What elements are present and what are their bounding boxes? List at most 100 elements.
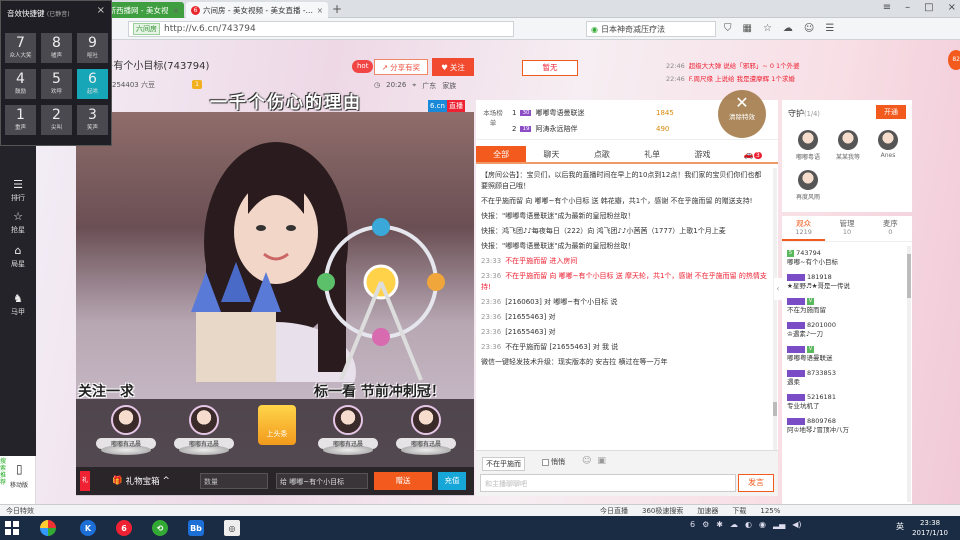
tab-more[interactable]: 🚗 3 <box>728 146 778 162</box>
list-item[interactable]: 8201000 ♔遇素♪一刀 <box>782 318 906 342</box>
close-icon[interactable]: × <box>97 5 105 16</box>
today-effects[interactable]: 今日特效 <box>6 506 34 516</box>
list-item[interactable]: V 嘟嘟粤语曼联迷 <box>782 342 906 366</box>
status-item[interactable]: 加速器 <box>697 506 718 516</box>
follow-button[interactable]: ♥ 关注 <box>432 58 474 76</box>
sidebar-item-star[interactable]: ☆ 抢星 <box>0 210 36 235</box>
tray-icon[interactable]: ☁ <box>730 520 738 529</box>
taskbar-app[interactable]: ◎ <box>218 518 246 538</box>
scroll-thumb[interactable] <box>907 254 911 298</box>
private-checkbox[interactable]: 悄悄 <box>542 457 565 467</box>
family[interactable]: 家族 <box>442 81 456 91</box>
voice-key[interactable]: 4 鼓励 <box>5 69 36 99</box>
mic-avatar[interactable]: 嘟嘟有迅晨 <box>96 405 156 455</box>
edge-badge-icon[interactable]: 82 <box>948 50 960 70</box>
tab-all[interactable]: 全部 <box>476 146 527 162</box>
list-item[interactable]: 5216181 专业坑机了 <box>782 390 906 414</box>
audience-scrollbar[interactable] <box>907 246 911 502</box>
new-tab-icon[interactable]: + <box>332 2 342 16</box>
mobile-version-button[interactable]: 搜索推荐 ▯ 移动版 <box>0 456 36 504</box>
gift-box-button[interactable]: 🎁 礼物宝箱 ^ <box>112 475 170 487</box>
voice-key[interactable]: 1 重声 <box>5 105 36 135</box>
maximize-icon[interactable]: □ <box>924 2 933 13</box>
network-icon[interactable]: ▂▄ <box>773 520 785 529</box>
guard-member[interactable]: 嘟嘟粤语 <box>788 130 828 161</box>
taskbar-app[interactable] <box>34 518 62 538</box>
tab-gifts[interactable]: 礼单 <box>627 146 677 162</box>
list-item[interactable]: 8809768 阿♔地琴♪冒顶冲八万 <box>782 414 906 438</box>
windows-start-icon[interactable] <box>5 521 19 535</box>
guard-member[interactable]: Anes <box>868 130 908 159</box>
menu-icon[interactable]: ☰ <box>825 23 834 34</box>
tab-song[interactable]: 点歌 <box>577 146 627 162</box>
headline-button[interactable]: 上头条 <box>258 405 296 445</box>
search-input[interactable]: ◉ 日本神奇减压疗法 <box>586 21 716 37</box>
list-item[interactable]: 5 743794 嘟嘟~有个小目标 <box>782 246 906 270</box>
taskbar-app[interactable]: ⟲ <box>146 518 174 538</box>
chat-input[interactable]: 和主播聊聊吧 <box>480 474 736 492</box>
tray-icon[interactable]: ◉ <box>759 520 766 529</box>
scroll-thumb[interactable] <box>773 402 777 416</box>
zoom-level[interactable]: 125% <box>760 507 780 515</box>
shield-icon[interactable]: ⛉ <box>724 23 732 34</box>
share-button[interactable]: ↗ 分享有奖 <box>374 59 428 75</box>
taskbar-app[interactable]: 6 <box>110 518 138 538</box>
voice-key[interactable]: 6 起哄 <box>77 69 108 99</box>
recipient-select[interactable]: 不在乎施而 <box>482 457 525 471</box>
tab-chat[interactable]: 聊天 <box>526 146 576 162</box>
tray-icon[interactable]: ⚙ <box>702 520 709 529</box>
list-item[interactable]: V 不在为施而留 <box>782 294 906 318</box>
cloud-icon[interactable]: ☁ <box>783 23 793 34</box>
smiley-icon[interactable]: ☺ <box>582 456 591 466</box>
guard-member[interactable]: 某某我等 <box>828 130 868 161</box>
quantity-input[interactable]: 数量 <box>200 473 268 489</box>
tray-icon[interactable]: 6 <box>690 520 695 529</box>
tray-icon[interactable]: ◐ <box>745 520 752 529</box>
sidebar-item-vest[interactable]: ♞ 马甲 <box>0 292 36 317</box>
open-guard-button[interactable]: 开通 <box>876 105 906 119</box>
mic-avatar[interactable]: 嘟嘟有迅晨 <box>396 405 456 455</box>
tray-icon[interactable]: ✱ <box>716 520 723 529</box>
broadcast-item[interactable]: 22:46 超级大大弹 说给「邪邪」~ 0 1个外婆 <box>666 60 866 73</box>
list-item[interactable]: 181918 ★星野♬★哥是一传说 <box>782 270 906 294</box>
voice-key[interactable]: 3 笑声 <box>77 105 108 135</box>
status-item[interactable]: 360极速搜索 <box>642 506 683 516</box>
sidebar-item-rank[interactable]: ☰ 排行 <box>0 178 36 203</box>
mic-avatar[interactable]: 嘟嘟有迅晨 <box>318 405 378 455</box>
image-icon[interactable]: ▣ <box>597 456 606 466</box>
sidebar-item-house[interactable]: ⌂ 局星 <box>0 244 36 269</box>
guard-member[interactable]: 再度风雨 <box>788 170 828 201</box>
star-icon[interactable]: ☆ <box>763 23 772 34</box>
voice-key[interactable]: 5 欢呼 <box>41 69 72 99</box>
rank-row[interactable]: 2 19 阿涛永远陪伴 490 <box>512 124 669 134</box>
search-recommend[interactable]: 搜索推荐 <box>0 458 10 486</box>
ime-indicator[interactable]: 英 <box>896 521 904 532</box>
voice-key[interactable]: 7 众人大笑 <box>5 33 36 63</box>
tab-mic-queue[interactable]: 麦序 0 <box>869 216 912 241</box>
checkbox-box[interactable] <box>542 458 549 466</box>
clock[interactable]: 23:38 2017/1/10 <box>912 518 948 538</box>
close-icon[interactable]: × <box>317 6 323 15</box>
clear-effects-button[interactable]: ✕ 清除特效 <box>718 90 766 138</box>
status-item[interactable]: 今日直播 <box>600 506 628 516</box>
tab-games[interactable]: 游戏 <box>677 146 727 162</box>
gift-red-icon[interactable]: 礼 <box>80 471 90 491</box>
tab-active[interactable]: 6 六间房 - 美女视频 - 美女直播 - 视 × <box>186 2 328 18</box>
collapse-arrow-icon[interactable]: ‹ <box>774 278 782 300</box>
voice-key[interactable]: 9 呕吐 <box>77 33 108 63</box>
broadcast-item[interactable]: 22:46 F.周尺缘 上说给 我是遭摩辉 1个求婚 <box>666 73 866 86</box>
chat-scrollbar[interactable] <box>773 168 777 468</box>
tab-admin[interactable]: 管理 10 <box>825 216 868 241</box>
recharge-button[interactable]: 充值 <box>438 472 466 490</box>
status-item[interactable]: 下载 <box>732 506 746 516</box>
taskbar-app[interactable]: Bb <box>182 518 210 538</box>
mic-avatar[interactable]: 嘟嘟有迅晨 <box>174 405 234 455</box>
gift-target-select[interactable]: 给 嘟嘟~有个小目标 <box>276 473 368 489</box>
close-icon[interactable]: × <box>173 6 179 15</box>
taskbar-app[interactable]: K <box>74 518 102 538</box>
send-gift-button[interactable]: 赠送 <box>374 472 432 490</box>
voice-key[interactable]: 8 嘘声 <box>41 33 72 63</box>
grid-icon[interactable]: ▦ <box>743 23 752 34</box>
volume-icon[interactable]: ◀) <box>792 520 801 529</box>
url-field[interactable]: 六间房 http://v.6.cn/743794 <box>128 21 514 37</box>
